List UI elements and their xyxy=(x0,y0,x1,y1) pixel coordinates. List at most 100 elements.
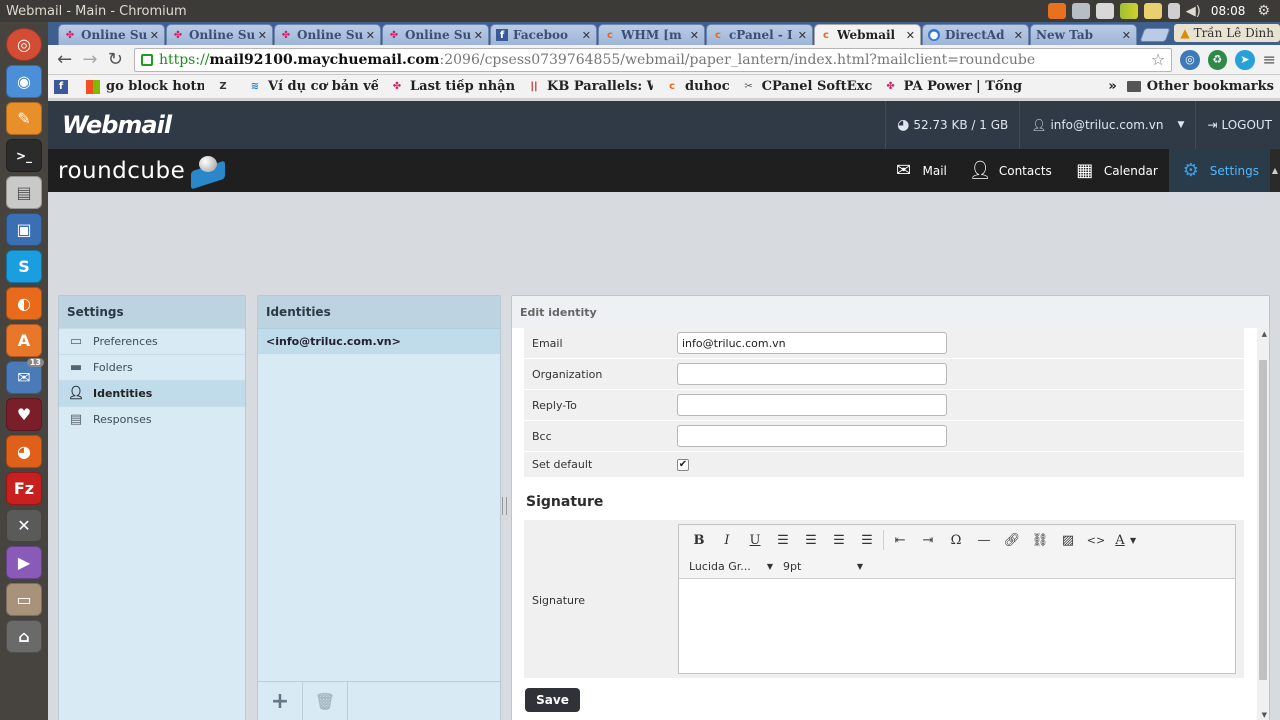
extension-compass-icon[interactable]: ◎ xyxy=(1180,49,1200,70)
user-menu[interactable]: 👤︎ info@triluc.com.vn ▼ xyxy=(1019,101,1195,149)
firefox-alt-icon[interactable]: ◐ xyxy=(6,287,42,320)
notes-tray-icon[interactable] xyxy=(1095,3,1114,19)
italic-icon[interactable]: I xyxy=(713,528,741,552)
bcc-field[interactable] xyxy=(677,425,947,447)
extension-telegram-icon[interactable]: ➤ xyxy=(1235,49,1255,70)
bookmark-2[interactable]: ≋Ví dụ cơ bản về lệ xyxy=(248,79,378,94)
chromium-launcher-icon[interactable]: ◉ xyxy=(6,65,42,98)
bookmark-facebook[interactable]: f xyxy=(54,79,74,94)
thunderbird-icon[interactable]: ✉ 13 xyxy=(6,358,44,394)
bookmark-6[interactable]: ✂CPanel SoftExcep xyxy=(742,79,871,94)
tab-5[interactable]: f Faceboo ✕ xyxy=(490,24,597,45)
reload-button[interactable]: ↻ xyxy=(103,48,128,72)
terminal-icon[interactable]: >_ xyxy=(6,139,42,172)
nav-settings[interactable]: ⚙ Settings xyxy=(1168,149,1270,192)
identity-item[interactable]: <info@triluc.com.vn> xyxy=(258,328,500,354)
tab-8[interactable]: c Webmail ✕ xyxy=(814,24,921,45)
tab-3[interactable]: ✤ Online Su ✕ xyxy=(274,24,381,45)
scroll-down-icon[interactable]: ▼ xyxy=(1262,711,1267,719)
menu-icon[interactable]: ≡ xyxy=(1263,50,1276,69)
unlink-icon[interactable]: ⛓︎ xyxy=(1026,528,1054,552)
bookmark-z[interactable]: Z xyxy=(216,80,236,94)
indent-icon[interactable]: ⇥ xyxy=(914,528,942,552)
close-tab-icon[interactable]: ✕ xyxy=(1014,29,1023,42)
signature-text-area[interactable] xyxy=(679,579,1235,673)
other-bookmarks[interactable]: Other bookmarks xyxy=(1126,79,1274,94)
network-tray-icon[interactable] xyxy=(1119,3,1138,19)
document-viewer-icon[interactable]: ▤ xyxy=(6,176,42,209)
outdent-icon[interactable]: ⇤ xyxy=(886,528,914,552)
webmail-logo[interactable]: Webmail xyxy=(62,111,172,139)
logout-button[interactable]: ⇥ LOGOUT xyxy=(1195,101,1280,149)
bookmark-star-icon[interactable]: ☆ xyxy=(1151,50,1165,69)
filezilla-icon[interactable]: Fz xyxy=(6,472,42,505)
omega-icon[interactable]: Ω xyxy=(942,528,970,552)
align-justify-icon[interactable]: ☰ xyxy=(853,528,881,552)
text-color-dropdown-icon[interactable]: ▼ xyxy=(1130,536,1136,545)
underline-icon[interactable]: U xyxy=(741,528,769,552)
mail-tray-icon[interactable] xyxy=(1143,3,1162,19)
link-icon[interactable]: 🔗︎ xyxy=(998,528,1026,552)
close-tab-icon[interactable]: ✕ xyxy=(582,29,591,42)
trash-launcher-icon[interactable]: ⌂ xyxy=(6,620,42,653)
delete-identity-button[interactable]: 🗑︎ xyxy=(303,682,348,720)
forward-button[interactable]: → xyxy=(77,48,102,72)
tab-4[interactable]: ✤ Online Su ✕ xyxy=(382,24,489,45)
firefox-icon[interactable]: ◕ xyxy=(6,435,42,468)
bookmark-5[interactable]: c duhoc xyxy=(665,79,730,94)
close-tab-icon[interactable]: ✕ xyxy=(1122,29,1131,42)
bookmark-1[interactable]: go block hotmail ! xyxy=(86,79,204,94)
profile-button[interactable]: ▲ Trần Lê Dinh xyxy=(1174,24,1280,42)
close-tab-icon[interactable]: ✕ xyxy=(906,29,915,42)
address-bar[interactable]: https://mail92100.maychuemail.com:2096/c… xyxy=(133,47,1173,72)
save-button[interactable]: Save xyxy=(525,688,580,712)
close-tab-icon[interactable]: ✕ xyxy=(690,29,699,42)
skype-icon[interactable]: S xyxy=(6,250,42,283)
edit-panel-scrollbar[interactable]: ▲ ▼ xyxy=(1257,328,1269,720)
close-tab-icon[interactable]: ✕ xyxy=(798,29,807,42)
bookmark-7[interactable]: ✤ PA Power | Tổng c xyxy=(884,79,1025,94)
settings-item-folders[interactable]: ▬ Folders xyxy=(59,354,245,380)
organization-field[interactable] xyxy=(677,363,947,385)
settings-item-identities[interactable]: 👤︎ Identities xyxy=(59,380,245,406)
dash-icon[interactable]: ◎ xyxy=(6,28,42,61)
text-color-icon[interactable]: A xyxy=(1110,528,1130,552)
tab-7[interactable]: c cPanel - I ✕ xyxy=(706,24,813,45)
nav-calendar[interactable]: ▦ Calendar xyxy=(1063,149,1169,192)
wine-icon[interactable]: ♥ xyxy=(6,398,42,431)
clock[interactable]: 08:08 xyxy=(1211,4,1246,18)
text-editor-icon[interactable]: ✎ xyxy=(6,102,42,135)
extension-recycle-icon[interactable]: ♻ xyxy=(1207,49,1228,70)
media-player-icon[interactable]: ▶ xyxy=(6,546,42,579)
scroll-up-icon[interactable]: ▲ xyxy=(1262,330,1267,338)
close-tab-icon[interactable]: ✕ xyxy=(366,29,375,42)
tab-2[interactable]: ✤ Online Su ✕ xyxy=(166,24,273,45)
font-size-select[interactable]: 9pt ▼ xyxy=(783,560,867,573)
align-center-icon[interactable]: ☰ xyxy=(797,528,825,552)
power-gear-icon[interactable]: ⚙ xyxy=(1257,3,1270,19)
align-right-icon[interactable]: ☰ xyxy=(825,528,853,552)
tab-6[interactable]: c WHM [m ✕ xyxy=(598,24,705,45)
bold-icon[interactable]: B xyxy=(685,528,713,552)
bookmark-3[interactable]: ✤ Last tiếp nhận xyxy=(390,79,515,94)
close-tab-icon[interactable]: ✕ xyxy=(150,29,159,42)
hr-icon[interactable]: — xyxy=(970,528,998,552)
close-tab-icon[interactable]: ✕ xyxy=(258,29,267,42)
reply-to-field[interactable] xyxy=(677,394,947,416)
nav-contacts[interactable]: 👤︎ Contacts xyxy=(958,149,1063,192)
add-identity-button[interactable]: + xyxy=(258,682,303,720)
roundcube-logo[interactable]: roundcube xyxy=(58,154,229,190)
chat-tray-icon[interactable] xyxy=(1071,3,1090,19)
tab-1[interactable]: ✤ Online Su ✕ xyxy=(58,24,165,45)
software-center-icon[interactable]: A xyxy=(6,324,42,357)
system-tools-icon[interactable]: ✕ xyxy=(6,509,42,542)
image-icon[interactable]: ▨ xyxy=(1054,528,1082,552)
new-tab-button[interactable] xyxy=(1139,28,1171,42)
settings-item-responses[interactable]: ▤ Responses xyxy=(59,406,245,432)
font-family-select[interactable]: Lucida Gr... ▼ xyxy=(689,560,777,573)
settings-item-preferences[interactable]: ▭ Preferences xyxy=(59,328,245,354)
panel-splitter[interactable] xyxy=(502,497,507,515)
nav-mail[interactable]: ✉ Mail xyxy=(881,149,957,192)
tab-10[interactable]: New Tab ✕ xyxy=(1030,24,1137,45)
close-tab-icon[interactable]: ✕ xyxy=(474,29,483,42)
